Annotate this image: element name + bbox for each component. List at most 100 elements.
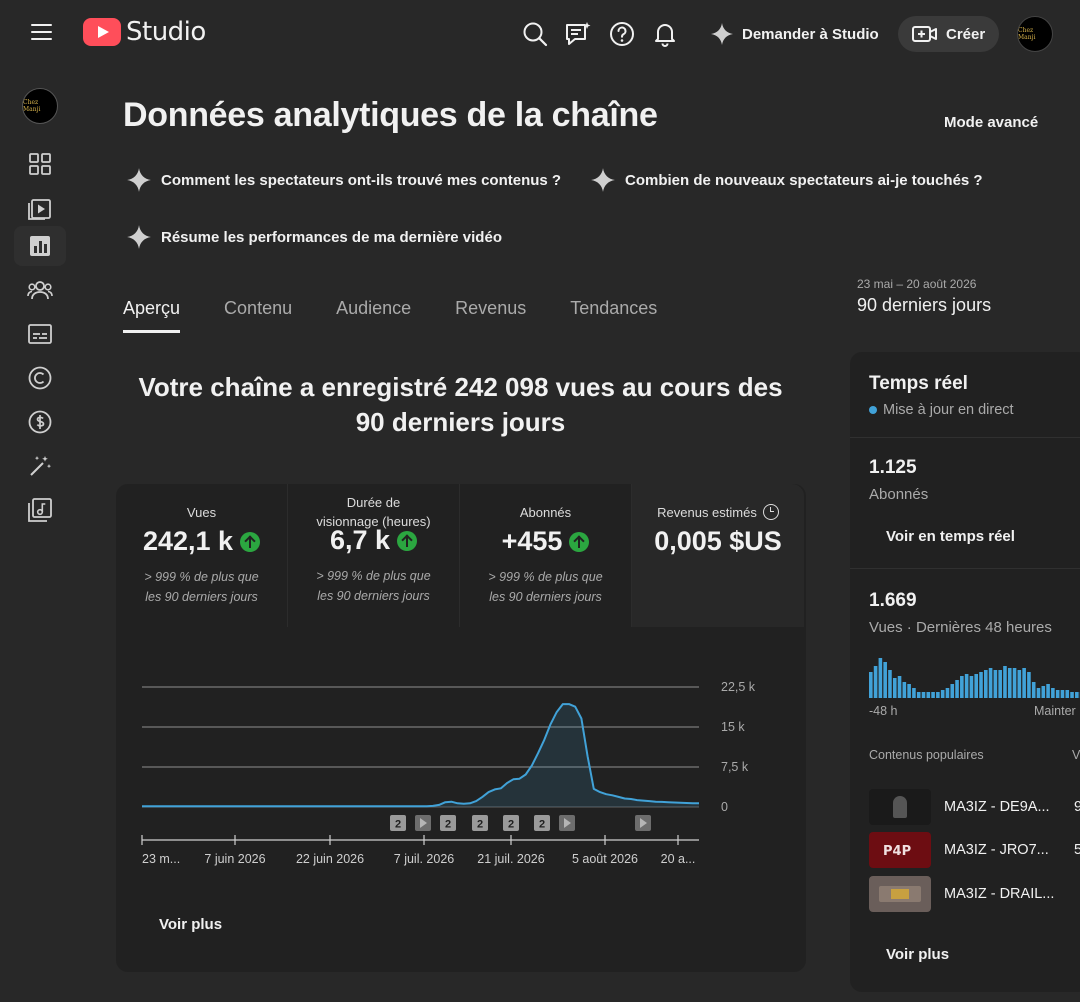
realtime-bar [1012, 668, 1017, 698]
see-more-link[interactable]: Voir plus [159, 916, 222, 933]
y-tick-label: 15 k [721, 720, 745, 734]
realtime-bar [1007, 668, 1012, 698]
sidebar-item-content[interactable] [14, 188, 66, 228]
x-tick-label: 20 a... [661, 852, 696, 866]
suggestion-label: Comment les spectateurs ont-ils trouvé m… [161, 171, 562, 189]
list-item[interactable]: MA3IZ - DRAIL... [869, 876, 1080, 912]
realtime-bar [1055, 690, 1060, 698]
sidebar-item-earn[interactable] [14, 402, 66, 442]
video-title: MA3IZ - JRO7... [944, 842, 1049, 858]
create-button[interactable]: Créer [898, 16, 1000, 52]
list-item[interactable]: P4P MA3IZ - JRO7... 5 [869, 832, 1080, 868]
realtime-bar [988, 668, 993, 698]
realtime-bar [912, 688, 916, 698]
feedback-icon[interactable] [564, 20, 592, 48]
overview-card: Vues 242,1 k > 999 % de plus que les 90 … [116, 484, 806, 972]
sidebar-item-copyright[interactable] [14, 358, 66, 398]
realtime-bar [1017, 670, 1022, 698]
see-realtime-button[interactable]: Voir en temps réel [886, 528, 1015, 545]
metric-views[interactable]: Vues 242,1 k > 999 % de plus que les 90 … [116, 484, 288, 627]
realtime-bar [902, 682, 907, 698]
suggestion-chip-new-viewers[interactable]: Combien de nouveaux spectateurs ai-je to… [590, 167, 983, 193]
subscriber-count: 1.125 [869, 457, 917, 478]
realtime-bar [940, 690, 945, 698]
top-bar: Studio Demander à Studio Créer Chez Manj… [0, 0, 1080, 68]
date-range-period: 90 derniers jours [857, 295, 992, 315]
realtime-bar [888, 670, 892, 698]
help-icon[interactable] [608, 20, 636, 48]
list-item[interactable]: MA3IZ - DE9A... 9 [869, 789, 1080, 825]
metric-revenue[interactable]: Revenus estimés 0,005 $US [632, 484, 804, 627]
realtime-bar [921, 692, 926, 698]
subscriber-label: Abonnés [869, 486, 929, 503]
divider [850, 568, 1080, 569]
metric-label: Revenus estimés [657, 505, 757, 520]
live-dot-icon [869, 406, 877, 414]
realtime-bar [1027, 672, 1031, 698]
event-marker-label: 2 [477, 819, 483, 831]
views-chart[interactable]: 22,5 k 15 k 7,5 k 0 23 m... 7 juin 2026 22 jui… [116, 627, 806, 887]
realtime-bar [984, 670, 988, 698]
metric-subscribers[interactable]: Abonnés +455 > 999 % de plus que les 90 … [460, 484, 632, 627]
search-icon[interactable] [521, 20, 549, 48]
menu-icon[interactable] [31, 24, 52, 42]
metric-watch-time[interactable]: Durée de visionnage (heures) 6,7 k > 999… [288, 484, 460, 627]
realtime-bar [955, 680, 959, 698]
tab-audience[interactable]: Audience [336, 298, 411, 333]
suggestion-chip-last-video[interactable]: Résume les performances de ma dernière v… [126, 224, 502, 250]
metric-comparison: > 999 % de plus que les 90 derniers jour… [488, 570, 603, 604]
realtime-bar [883, 662, 887, 698]
live-indicator: Mise à jour en direct [869, 402, 1014, 418]
realtime-bar [1075, 692, 1079, 698]
ask-studio-label: Demander à Studio [742, 25, 879, 43]
community-icon [27, 281, 53, 300]
realtime-bar-chart[interactable] [869, 652, 1080, 698]
sidebar-item-analytics[interactable] [14, 226, 66, 266]
realtime-bar [1031, 682, 1036, 698]
dashboard-icon [29, 153, 51, 175]
sparkle-icon [591, 168, 615, 192]
video-add-icon [912, 26, 937, 42]
sidebar-item-audio-library[interactable] [14, 490, 66, 530]
x-tick-label: 7 juil. 2026 [394, 852, 455, 866]
channel-avatar[interactable]: Chez Manji [22, 88, 58, 124]
realtime-bar [1060, 690, 1065, 698]
video-title: MA3IZ - DE9A... [944, 799, 1050, 815]
realtime-bar [964, 674, 969, 698]
see-more-button[interactable]: Voir plus [886, 946, 949, 963]
clock-icon [762, 504, 779, 520]
advanced-mode-button[interactable]: Mode avancé [930, 104, 1052, 140]
video-views: 9 [1074, 799, 1080, 815]
analytics-tabs: Aperçu Contenu Audience Revenus Tendance… [123, 298, 701, 333]
sidebar-item-subtitles[interactable] [14, 314, 66, 354]
realtime-bar [1051, 688, 1055, 698]
realtime-bar [979, 672, 983, 698]
views-column-header: V [1072, 748, 1080, 762]
sidebar-item-customization[interactable] [14, 446, 66, 486]
realtime-bar [926, 692, 931, 698]
notifications-bell-icon[interactable] [651, 20, 679, 48]
suggestion-chip-discovery[interactable]: Comment les spectateurs ont-ils trouvé m… [126, 167, 561, 193]
video-thumbnail [869, 876, 931, 912]
metric-comparison: > 999 % de plus que les 90 derniers jour… [144, 570, 259, 604]
ask-studio-button[interactable]: Demander à Studio [700, 16, 889, 52]
realtime-bar [969, 676, 974, 698]
realtime-bar [1022, 668, 1026, 698]
event-marker-label: 2 [445, 819, 451, 831]
logo-text: Studio [126, 17, 206, 47]
tab-overview[interactable]: Aperçu [123, 298, 181, 333]
views-headline: Votre chaîne a enregistré 242 098 vues a… [138, 372, 783, 437]
studio-logo[interactable]: Studio [83, 17, 206, 47]
account-avatar[interactable]: Chez Manji [1017, 16, 1053, 52]
sidebar-item-community[interactable] [14, 270, 66, 310]
series-area [142, 704, 699, 807]
sidebar-item-dashboard[interactable] [14, 144, 66, 184]
tab-content[interactable]: Contenu [224, 298, 292, 333]
channel-avatar-text: Chez Manji [23, 99, 41, 113]
date-range-picker[interactable]: 23 mai – 20 août 2026 90 derniers jours [857, 277, 991, 316]
tab-revenue[interactable]: Revenus [455, 298, 526, 333]
realtime-bar [974, 674, 979, 698]
realtime-bar [892, 678, 897, 698]
sparkle-icon [127, 168, 151, 192]
tab-trends[interactable]: Tendances [570, 298, 657, 333]
